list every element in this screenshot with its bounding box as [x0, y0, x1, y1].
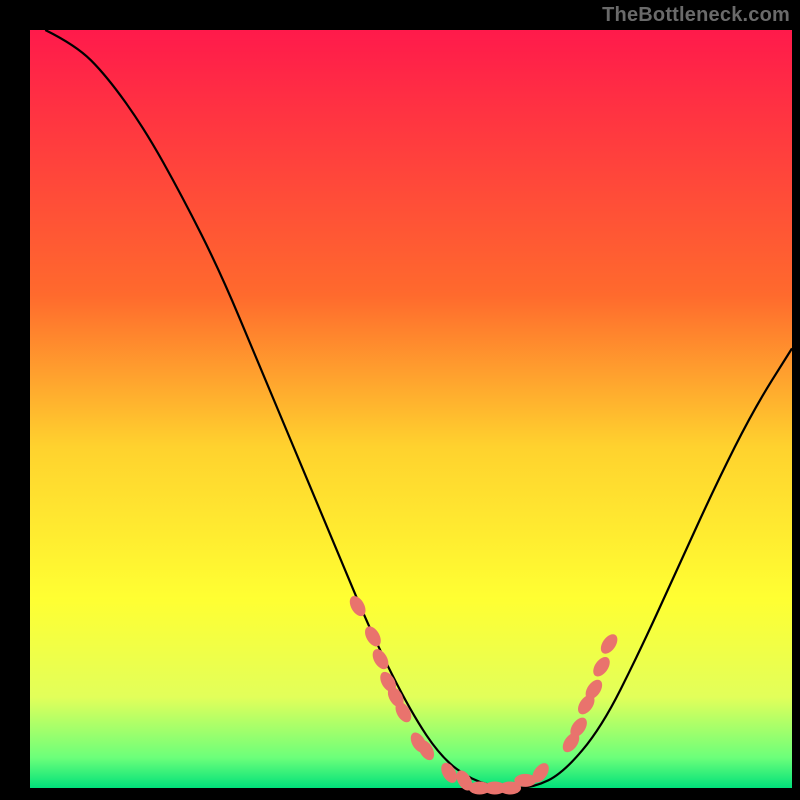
plot-background — [30, 30, 792, 788]
watermark-text: TheBottleneck.com — [602, 4, 790, 27]
chart-stage: TheBottleneck.com — [0, 0, 800, 800]
chart-svg — [0, 0, 800, 800]
